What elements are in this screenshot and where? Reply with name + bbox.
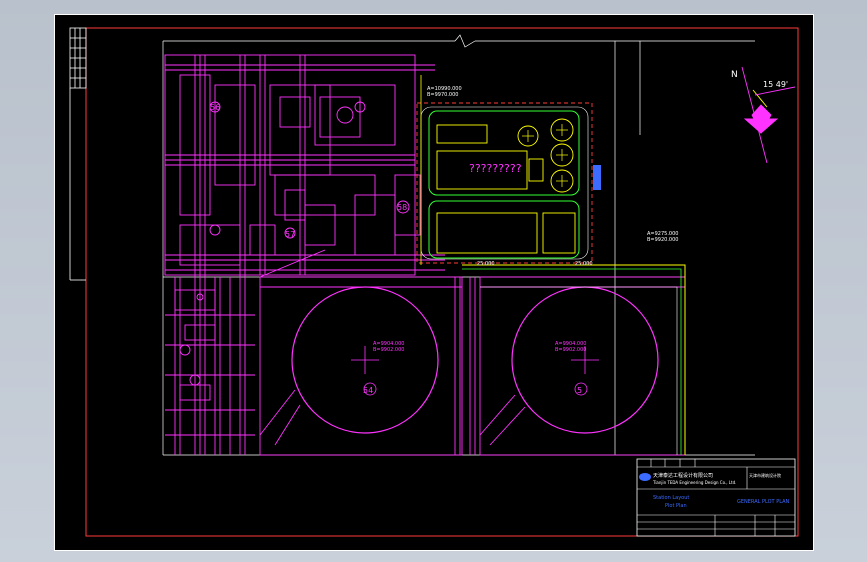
company-name-en: Tianjin TEDA Engineering Design Co., Ltd… <box>652 480 736 485</box>
dim-road-1: 25.000 <box>477 261 495 267</box>
cad-drawing: ????????? 15 49' N 54 5 58 57 56 A=10990… <box>69 27 799 537</box>
center-label: ????????? <box>469 162 522 175</box>
plant-area <box>164 54 445 455</box>
tank-2 <box>511 286 659 434</box>
building-56-label: 56 <box>210 103 220 112</box>
company-name-cn: 天津泰达工程设计有限公司 <box>653 472 713 479</box>
tank-1 <box>291 286 439 434</box>
dim-road-2: 25.000 <box>575 261 593 267</box>
grid-lines <box>162 34 755 456</box>
dim-top-b: B=9970.000 <box>427 92 458 98</box>
dim-tank1-b: B=9902.000 <box>373 347 404 353</box>
tank-dikes <box>259 249 686 456</box>
north-angle: 15 49' <box>763 80 788 89</box>
tank-1-label: 54 <box>363 386 373 395</box>
project-line-2: Plot Plan <box>665 503 687 509</box>
building-58-label: 58 <box>397 203 407 212</box>
north-symbol: N <box>731 70 738 80</box>
stamp-text: 天津市建筑设计院 <box>749 472 781 478</box>
revision-strip <box>69 27 87 281</box>
dim-tank2-b: B=9902.000 <box>555 347 586 353</box>
drawing-sheet: ????????? 15 49' N 54 5 58 57 56 A=10990… <box>54 14 814 551</box>
dim-right-b: B=9920.000 <box>647 237 678 243</box>
company-logo <box>639 473 651 481</box>
drawing-title: GENERAL PLOT PLAN <box>737 499 790 505</box>
tank-2-label: 5 <box>577 386 582 395</box>
project-line-1: Station Layout <box>653 495 689 501</box>
building-57-label: 57 <box>285 230 295 239</box>
